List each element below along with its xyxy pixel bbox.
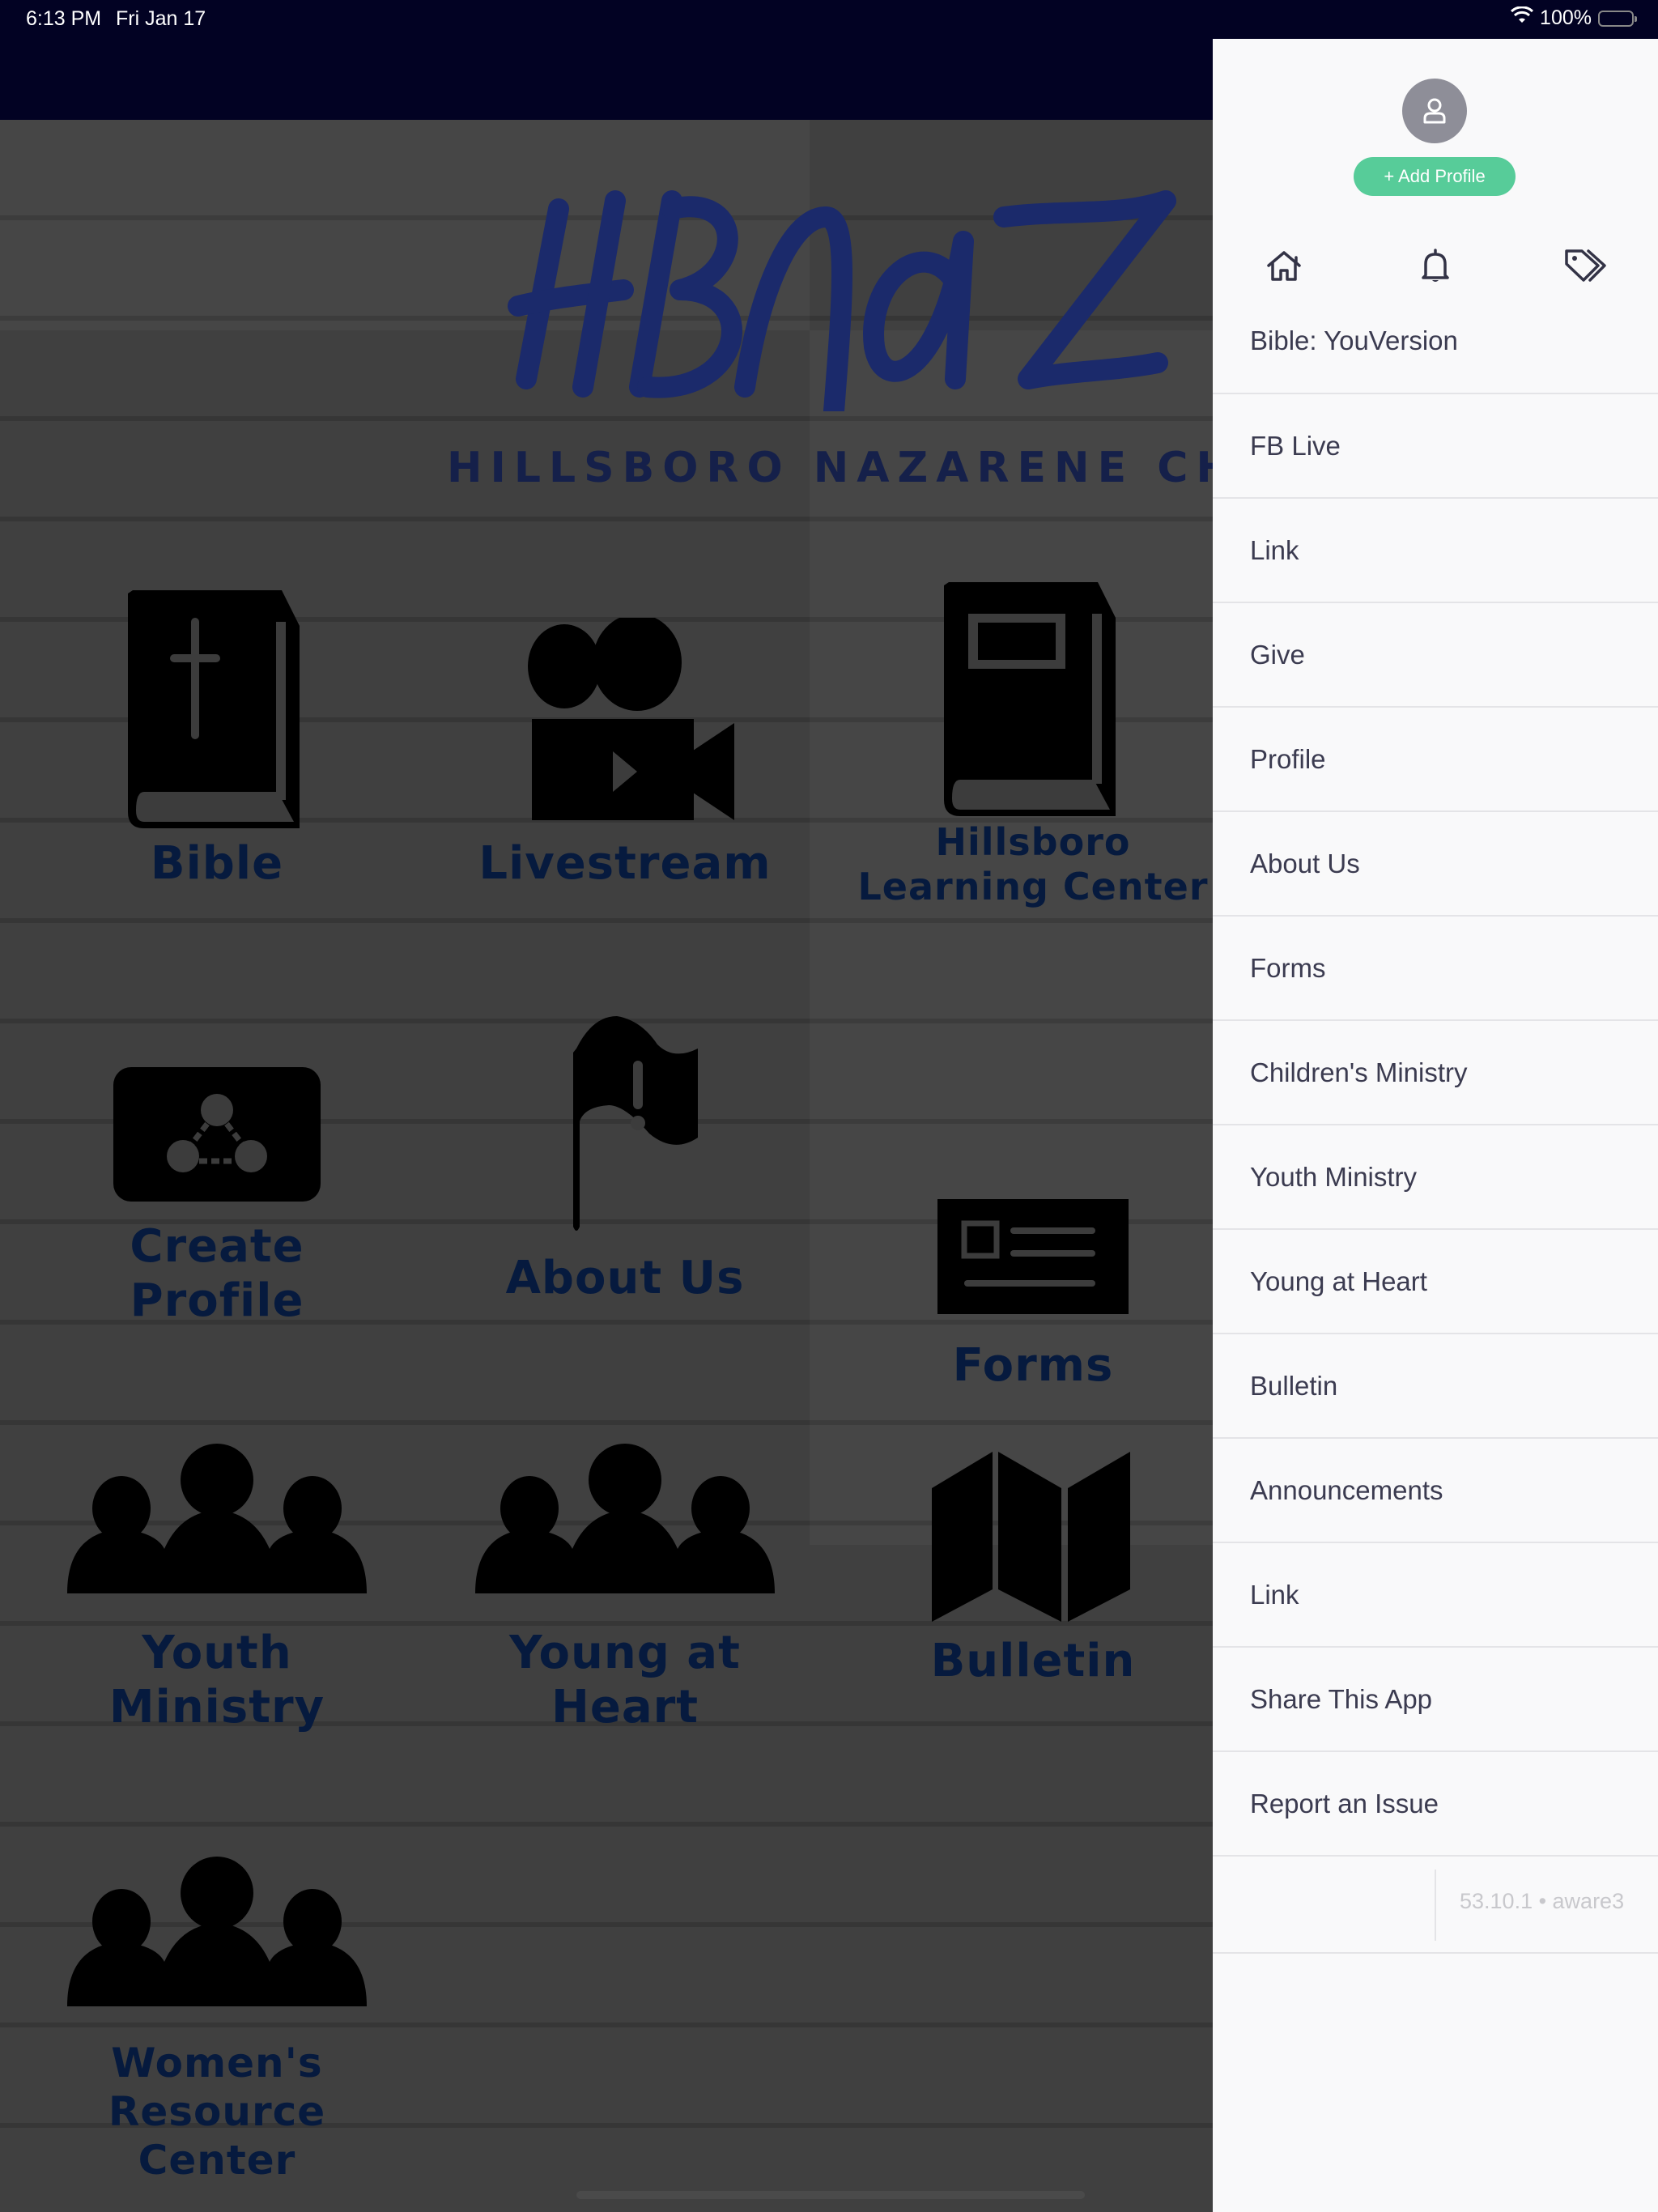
group-icon — [67, 1857, 367, 2006]
menu-item-young-at-heart[interactable]: Young at Heart — [1213, 1230, 1658, 1334]
tile-create-profile-label: Create Profile — [130, 1220, 304, 1328]
menu-item-link-2[interactable]: Link — [1213, 1543, 1658, 1648]
menu-item-share-app[interactable]: Share This App — [1213, 1648, 1658, 1752]
tile-forms-label: Forms — [952, 1339, 1114, 1392]
notifications-button[interactable] — [1411, 241, 1460, 290]
user-icon — [1423, 98, 1446, 124]
status-time: 6:13 PM — [26, 7, 102, 30]
logo-script-graphic — [508, 190, 1176, 422]
tile-learning-center-label: Hillsboro Learning Center — [857, 820, 1209, 909]
video-camera-icon — [528, 618, 734, 820]
menu-item-give[interactable]: Give — [1213, 603, 1658, 708]
wifi-icon — [1511, 6, 1534, 30]
menu-item-report-issue[interactable]: Report an Issue — [1213, 1752, 1658, 1857]
tags-icon — [1565, 249, 1606, 282]
status-right: 100% — [1511, 6, 1637, 30]
menu-item-fb-live[interactable]: FB Live — [1213, 394, 1658, 499]
status-date: Fri Jan 17 — [116, 7, 206, 30]
group-icon — [67, 1444, 367, 1593]
tile-about-us-label: About Us — [505, 1252, 745, 1304]
flag-icon — [573, 1016, 698, 1231]
menu-item-bulletin[interactable]: Bulletin — [1213, 1334, 1658, 1439]
group-icon — [475, 1444, 775, 1593]
church-logo — [502, 185, 1198, 422]
menu-item-youth-ministry[interactable]: Youth Ministry — [1213, 1125, 1658, 1230]
menu-item-about-us[interactable]: About Us — [1213, 812, 1658, 917]
tile-bible[interactable]: Bible — [39, 585, 395, 891]
home-indicator[interactable] — [576, 2191, 1085, 2199]
status-bar: 6:13 PM Fri Jan 17 100% — [0, 0, 1658, 39]
tile-create-profile[interactable]: Create Profile — [39, 1066, 395, 1328]
add-profile-button[interactable]: + Add Profile — [1354, 157, 1516, 196]
avatar[interactable] — [1402, 79, 1467, 143]
version-text: 53.10.1 • aware3 — [1460, 1889, 1625, 1913]
tile-forms[interactable]: Forms — [855, 1199, 1211, 1393]
tile-livestream-label: Livestream — [478, 837, 772, 890]
tags-button[interactable] — [1561, 241, 1609, 290]
app-header — [0, 39, 1213, 120]
tile-bible-label: Bible — [150, 837, 284, 890]
menu-item-profile[interactable]: Profile — [1213, 708, 1658, 812]
tile-young-at-heart[interactable]: Young at Heart — [447, 1444, 803, 1734]
menu-item-link[interactable]: Link — [1213, 499, 1658, 603]
book-icon — [944, 582, 1116, 816]
tile-about-us[interactable]: About Us — [447, 1016, 803, 1305]
church-name: HILLSBORO NAZARENE CHURCH — [447, 444, 1213, 492]
bell-icon — [1422, 249, 1449, 282]
folded-map-icon — [932, 1452, 1130, 1622]
tile-womens-resource-center[interactable]: Women's Resource Center — [39, 1857, 395, 2184]
home-icon — [1267, 251, 1301, 281]
quick-icons — [1213, 241, 1658, 290]
tile-livestream[interactable]: Livestream — [447, 618, 803, 891]
menu-item-announcements[interactable]: Announcements — [1213, 1439, 1658, 1543]
tile-youth-ministry[interactable]: Youth Ministry — [39, 1444, 395, 1734]
menu-item-bible-youversion[interactable]: Bible: YouVersion — [1213, 289, 1658, 394]
menu-item-forms[interactable]: Forms — [1213, 917, 1658, 1021]
tile-bulletin[interactable]: Bulletin — [855, 1452, 1211, 1688]
version-divider — [1435, 1870, 1436, 1941]
tile-bulletin-label: Bulletin — [930, 1635, 1136, 1687]
form-icon — [937, 1199, 1129, 1314]
battery-percent: 100% — [1540, 6, 1592, 29]
battery-icon — [1598, 10, 1637, 27]
version-row: 53.10.1 • aware3 — [1213, 1857, 1658, 1954]
tile-youth-ministry-label: Youth Ministry — [108, 1627, 325, 1734]
home-button[interactable] — [1260, 241, 1308, 290]
profile-network-icon — [113, 1067, 321, 1202]
menu-item-childrens-ministry[interactable]: Children's Ministry — [1213, 1021, 1658, 1125]
bible-icon — [128, 590, 300, 828]
tile-learning-center[interactable]: Hillsboro Learning Center — [855, 577, 1211, 909]
tile-womens-resource-center-label: Women's Resource Center — [108, 2040, 326, 2184]
drawer-menu: Bible: YouVersion FB Live Link Give Prof… — [1213, 289, 1658, 1954]
tile-young-at-heart-label: Young at Heart — [509, 1627, 741, 1734]
side-drawer: + Add Profile Bible: YouVersion FB Live … — [1213, 39, 1658, 2212]
home-content[interactable]: HILLSBORO NAZARENE CHURCH Bible Livestre… — [0, 120, 1213, 2212]
